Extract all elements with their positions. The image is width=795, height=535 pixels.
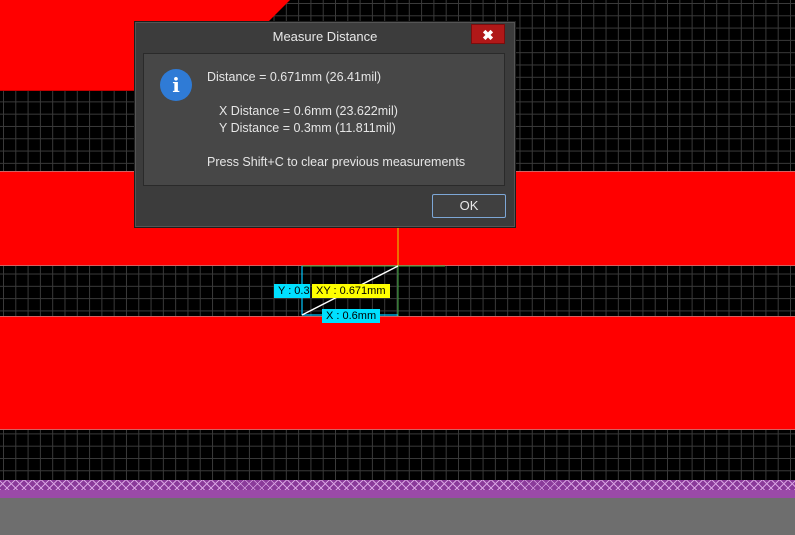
x-distance-text: X Distance = 0.6mm (23.622mil) xyxy=(219,104,398,118)
measure-distance-dialog: Measure Distance ✖ i Distance = 0.671mm … xyxy=(134,21,516,228)
ok-button[interactable]: OK xyxy=(432,194,506,218)
info-icon: i xyxy=(160,69,192,101)
measure-y-label: Y : 0.3mm xyxy=(274,284,310,298)
dialog-title[interactable]: Measure Distance xyxy=(135,22,515,52)
measure-x-label: X : 0.6mm xyxy=(322,309,381,323)
y-distance-text: Y Distance = 0.3mm (11.811mil) xyxy=(219,121,396,135)
measure-xy-label: XY : 0.671mm xyxy=(312,284,390,298)
hint-text: Press Shift+C to clear previous measurem… xyxy=(207,155,466,169)
close-button[interactable]: ✖ xyxy=(471,24,505,44)
distance-text: Distance = 0.671mm (26.41mil) xyxy=(207,70,382,84)
dialog-message-panel: i Distance = 0.671mm (26.41mil) X Distan… xyxy=(143,53,505,186)
